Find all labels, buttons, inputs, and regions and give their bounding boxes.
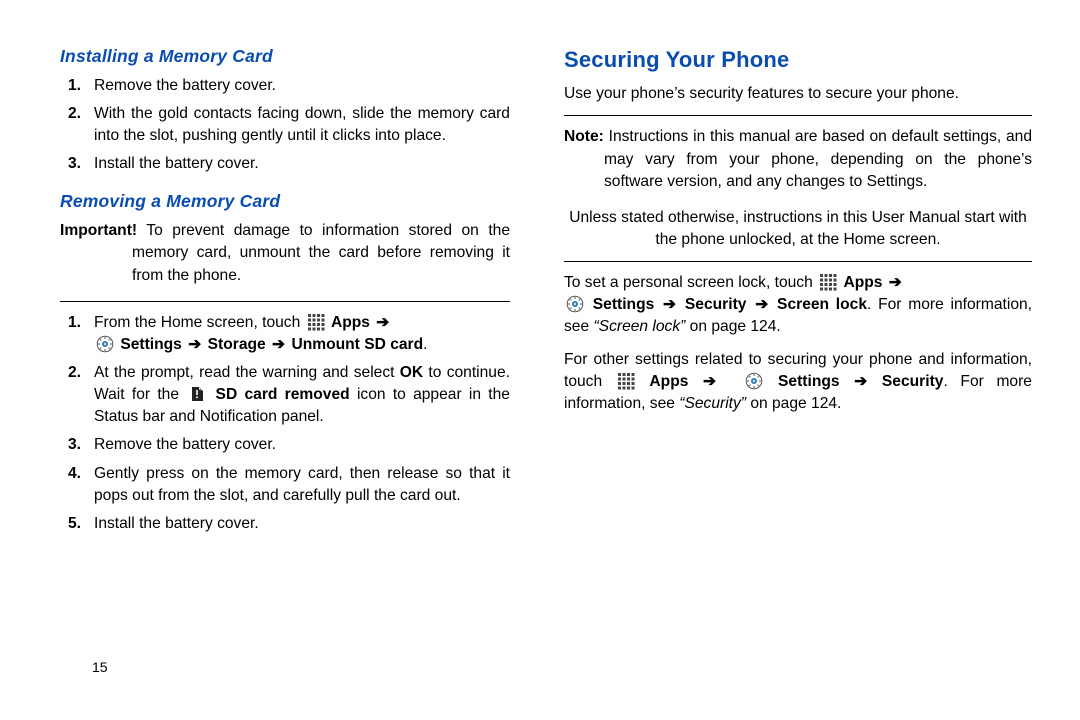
- important-callout: Important! To prevent damage to informat…: [60, 220, 510, 286]
- note-callout: Note: Instructions in this manual are ba…: [564, 126, 1032, 192]
- securing-intro: Use your phone’s security features to se…: [564, 83, 1032, 105]
- apps-icon: [307, 313, 325, 331]
- apps-icon: [819, 273, 837, 291]
- settings-icon: [745, 372, 763, 390]
- install-step-3: 3.Install the battery cover.: [90, 153, 510, 175]
- heading-removing: Removing a Memory Card: [60, 189, 510, 214]
- sd-alert-icon: [188, 385, 206, 403]
- note-body: Instructions in this manual are based on…: [604, 128, 1032, 189]
- install-steps: 1.Remove the battery cover. 2.With the g…: [60, 75, 510, 176]
- apps-icon: [617, 372, 635, 390]
- settings-icon: [566, 295, 584, 313]
- unless-note: Unless stated otherwise, instructions in…: [564, 207, 1032, 251]
- heading-securing: Securing Your Phone: [564, 44, 1032, 75]
- left-column: Installing a Memory Card 1.Remove the ba…: [36, 44, 540, 696]
- right-column: Securing Your Phone Use your phone’s sec…: [540, 44, 1044, 696]
- set-screenlock: To set a personal screen lock, touch App…: [564, 272, 1032, 338]
- note-lead: Note:: [564, 128, 604, 145]
- remove-steps: 1. From the Home screen, touch Apps ➔ Se…: [60, 312, 510, 535]
- important-body: To prevent damage to information stored …: [132, 222, 510, 283]
- heading-installing: Installing a Memory Card: [60, 44, 510, 69]
- install-step-2: 2.With the gold contacts facing down, sl…: [90, 103, 510, 147]
- page-number: 15: [92, 658, 108, 678]
- manual-page: Installing a Memory Card 1.Remove the ba…: [0, 0, 1080, 720]
- important-lead: Important!: [60, 222, 137, 239]
- divider: [564, 261, 1032, 262]
- remove-step-1: 1. From the Home screen, touch Apps ➔ Se…: [90, 312, 510, 356]
- remove-step-4: 4.Gently press on the memory card, then …: [90, 463, 510, 507]
- settings-icon: [96, 335, 114, 353]
- remove-step-5: 5.Install the battery cover.: [90, 513, 510, 535]
- install-step-1: 1.Remove the battery cover.: [90, 75, 510, 97]
- divider: [60, 301, 510, 302]
- remove-step-2: 2. At the prompt, read the warning and s…: [90, 362, 510, 428]
- divider: [564, 115, 1032, 116]
- set-security: For other settings related to securing y…: [564, 349, 1032, 415]
- remove-step-3: 3.Remove the battery cover.: [90, 434, 510, 456]
